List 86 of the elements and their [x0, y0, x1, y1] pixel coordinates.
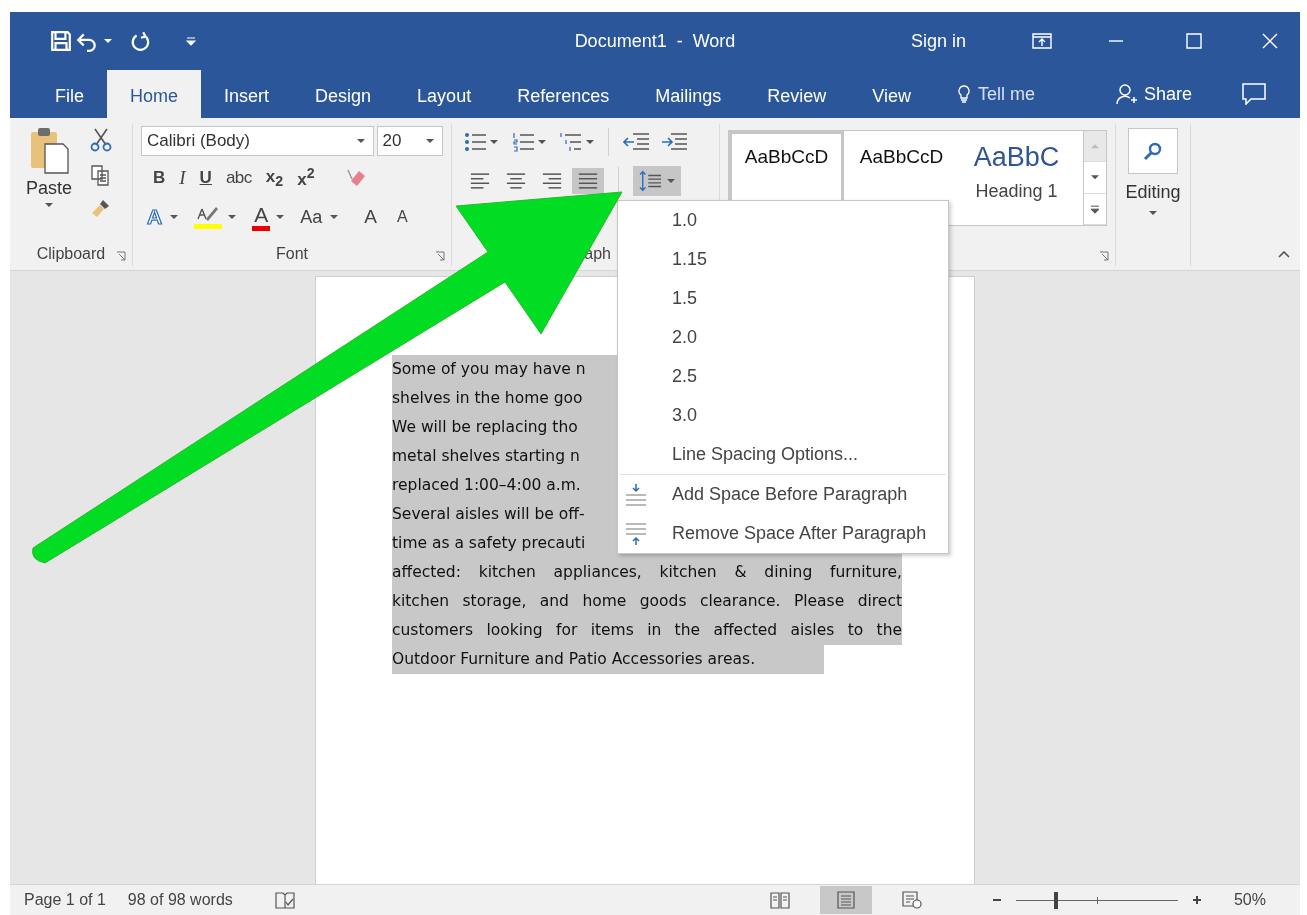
- line-spacing-icon: [639, 170, 663, 192]
- font-color-button[interactable]: A: [252, 203, 271, 231]
- format-button[interactable]: x$_{2}$: [263, 166, 286, 190]
- group-label: aph: [584, 245, 611, 263]
- menu-item[interactable]: 2.0: [618, 318, 948, 357]
- comment-icon[interactable]: [1242, 83, 1266, 105]
- format-button[interactable]: abc: [223, 168, 254, 188]
- caret-icon: [45, 203, 53, 207]
- collapse-ribbon-icon[interactable]: [1278, 251, 1290, 258]
- ribbon-tab[interactable]: Layout: [394, 70, 495, 118]
- menu-item[interactable]: 1.15: [618, 240, 948, 279]
- close-icon[interactable]: [1262, 33, 1278, 49]
- caret-icon: [426, 139, 434, 143]
- caret-icon: [356, 139, 365, 143]
- dialog-launcher-icon[interactable]: [435, 251, 445, 261]
- person-icon: [1115, 83, 1138, 105]
- caret-icon[interactable]: [330, 215, 339, 219]
- zoom-level[interactable]: 50%: [1233, 891, 1266, 909]
- highlighter-icon[interactable]: [194, 205, 223, 229]
- zoom-slider-thumb[interactable]: [1054, 891, 1059, 909]
- caret-icon[interactable]: [490, 140, 498, 144]
- ribbon-tab[interactable]: Insert: [201, 70, 293, 118]
- clipboard-icon: [29, 126, 69, 174]
- font-name-field[interactable]: Calibri (Body): [141, 126, 374, 156]
- format-button[interactable]: U: [197, 168, 214, 188]
- format-button[interactable]: B: [151, 168, 168, 188]
- paste-button[interactable]: Paste: [24, 126, 75, 238]
- group-label: Clipboard: [36, 245, 106, 263]
- web-page-icon: [901, 891, 922, 909]
- line-spacing-button[interactable]: [633, 166, 681, 196]
- maximize-icon[interactable]: [1186, 33, 1202, 49]
- tell-me-field[interactable]: Tell me: [975, 82, 1070, 106]
- customize-toolbar-icon[interactable]: [186, 36, 196, 46]
- format-button[interactable]: I: [177, 167, 188, 189]
- sign-in-link[interactable]: Sign in: [904, 29, 972, 53]
- change-case-button[interactable]: Aa: [298, 206, 325, 228]
- caret-icon[interactable]: [104, 39, 112, 43]
- cut-icon[interactable]: [90, 128, 113, 152]
- caret-icon: [667, 179, 675, 183]
- align-icon: [578, 173, 598, 189]
- align-icon: [470, 173, 490, 189]
- editing-button[interactable]: Editing: [1125, 124, 1181, 215]
- format-button[interactable]: x$^{2}$: [295, 165, 317, 191]
- multilevel-list-icon[interactable]: [560, 132, 582, 152]
- align-icon: [542, 173, 562, 189]
- align-button[interactable]: [572, 168, 604, 194]
- space-before-icon: [624, 482, 648, 507]
- space-after-icon: [624, 521, 648, 546]
- redo-icon[interactable]: [130, 30, 152, 52]
- ribbon-display-options-icon[interactable]: [1032, 33, 1052, 49]
- shrink-font-button[interactable]: A: [394, 208, 410, 226]
- numbered-list-icon[interactable]: [512, 132, 534, 152]
- grow-font-button[interactable]: A: [362, 206, 379, 228]
- ribbon-tab[interactable]: Home: [107, 70, 202, 118]
- decrease-indent-icon[interactable]: [623, 132, 649, 152]
- search-icon: [1128, 128, 1178, 174]
- caret-icon: [1149, 211, 1157, 215]
- share-button[interactable]: Share: [1109, 82, 1198, 106]
- save-icon[interactable]: [50, 30, 72, 52]
- page-icon: [835, 891, 856, 909]
- group-label: Font: [276, 245, 308, 263]
- ribbon-tab[interactable]: Review: [744, 70, 850, 118]
- ribbon-tab[interactable]: File: [32, 70, 107, 118]
- caret-icon[interactable]: [586, 140, 594, 144]
- increase-indent-icon[interactable]: [661, 132, 687, 152]
- ribbon-tab[interactable]: Design: [292, 70, 395, 118]
- lightbulb-icon: [957, 85, 970, 103]
- font-size-field[interactable]: 20: [376, 126, 443, 156]
- zoom-in-icon[interactable]: [1191, 895, 1202, 905]
- page-count[interactable]: Page 1 of 1: [24, 891, 106, 909]
- dialog-launcher-icon[interactable]: [1099, 251, 1109, 261]
- menu-item[interactable]: 1.5: [618, 279, 948, 318]
- window-title: Document1 - Word: [574, 30, 736, 52]
- ribbon-tab[interactable]: References: [494, 70, 633, 118]
- ribbon-tab[interactable]: Mailings: [632, 70, 745, 118]
- book-icon: [769, 891, 790, 909]
- ribbon-tab[interactable]: View: [849, 70, 934, 118]
- align-icon: [506, 173, 526, 189]
- caret-icon[interactable]: [538, 140, 546, 144]
- word-count[interactable]: 98 of 98 words: [127, 891, 233, 909]
- caret-icon[interactable]: [276, 215, 285, 219]
- caret-icon[interactable]: [170, 215, 179, 219]
- proofing-icon[interactable]: [274, 891, 295, 909]
- caret-icon[interactable]: [228, 215, 237, 219]
- dialog-launcher-icon[interactable]: [116, 251, 126, 261]
- bullet-list-icon[interactable]: [464, 132, 486, 152]
